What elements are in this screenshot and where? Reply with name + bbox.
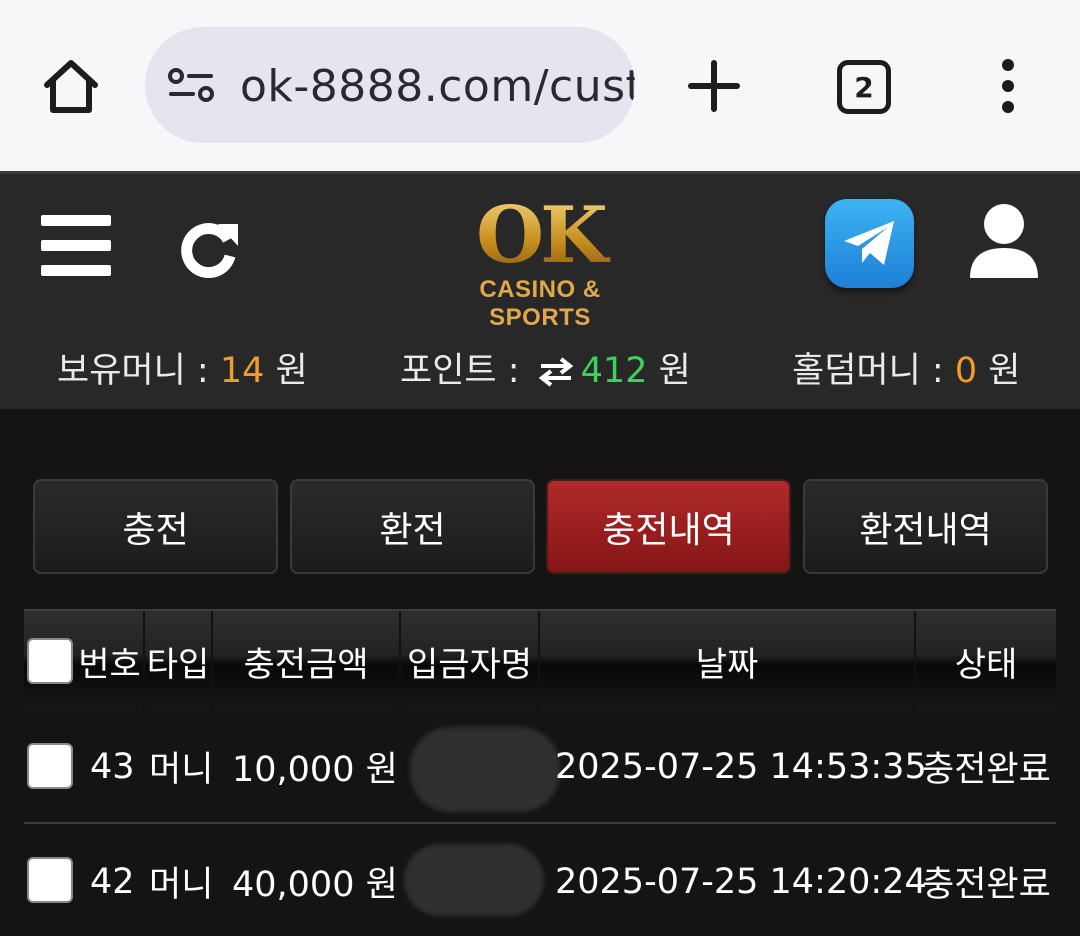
tab-exchange[interactable]: 환전: [290, 479, 535, 574]
swap-arrows-icon[interactable]: [537, 357, 575, 387]
telegram-button[interactable]: [825, 199, 914, 288]
menu-dots-icon: [1002, 59, 1014, 113]
row-date: 2025-07-25 14:20:24: [555, 861, 927, 902]
column-header-depositor: 입금자명: [401, 611, 540, 711]
row-type: 머니: [149, 750, 214, 790]
refresh-button[interactable]: [178, 216, 242, 280]
row-number: 42: [90, 861, 135, 902]
holdem-label: 홀덤머니 :: [792, 351, 955, 391]
redacted-depositor-name: [404, 844, 544, 916]
hamburger-icon: [41, 215, 111, 226]
tab-exchange-history[interactable]: 환전내역: [803, 479, 1048, 574]
column-header-amount: 충전금액: [213, 611, 401, 711]
redacted-depositor-name: [410, 727, 560, 812]
browser-menu-button[interactable]: [996, 58, 1020, 114]
telegram-icon: [844, 221, 894, 265]
point-value: 412: [580, 351, 648, 391]
point-label: 포인트 :: [400, 351, 531, 391]
point-unit: 원: [647, 351, 691, 391]
holdem-value: 0: [954, 351, 978, 391]
tab-charge-history[interactable]: 충전내역: [546, 479, 791, 574]
address-bar[interactable]: ok-8888.com/customer/charge_history: [145, 27, 635, 143]
user-icon: [970, 204, 1038, 278]
new-tab-button[interactable]: [688, 60, 740, 112]
holdem-money: 홀덤머니 : 0 원: [792, 342, 1020, 393]
row-type: 머니: [149, 865, 214, 905]
site-info-icon[interactable]: [167, 67, 217, 103]
refresh-icon: [181, 223, 238, 278]
url-text[interactable]: ok-8888.com/customer/charge_history: [240, 61, 635, 112]
held-money-unit: 원: [264, 351, 308, 391]
held-money: 보유머니 : 14 원: [57, 342, 308, 393]
browser-toolbar: ok-8888.com/customer/charge_history 2: [0, 0, 1080, 171]
plus-icon: [688, 60, 740, 112]
row-checkbox[interactable]: [27, 743, 73, 789]
column-header-status: 상태: [954, 644, 1018, 685]
home-button[interactable]: [40, 55, 102, 117]
row-checkbox[interactable]: [27, 857, 73, 903]
held-money-label: 보유머니 :: [57, 351, 220, 391]
holdem-unit: 원: [977, 351, 1021, 391]
point-balance: 포인트 : 412 원: [400, 342, 691, 393]
row-status: 충전완료: [922, 865, 1051, 905]
table-row: 43 머니 10,000 원 2025-07-25 14:53:35 충전완료: [24, 709, 1056, 824]
user-account-button[interactable]: [968, 202, 1040, 280]
row-number: 43: [90, 746, 135, 787]
logo-subtitle: CASINO & SPORTS: [479, 276, 601, 331]
row-amount: 10,000 원: [232, 750, 398, 790]
row-date: 2025-07-25 14:53:35: [555, 746, 927, 787]
site-logo[interactable]: OK CASINO & SPORTS: [425, 196, 655, 332]
column-header-date: 날짜: [540, 611, 916, 711]
main-content: 충전 환전 충전내역 환전내역 번호 타입 충전금액 입금자명 날짜 상태 43…: [0, 409, 1080, 936]
column-header-type: 타입: [145, 611, 213, 711]
column-header-number: 번호: [76, 611, 145, 711]
row-status: 충전완료: [922, 750, 1051, 790]
home-icon: [44, 60, 98, 113]
logo-main-text: OK: [425, 196, 655, 276]
tab-charge[interactable]: 충전: [33, 479, 278, 574]
table-header: 번호 타입 충전금액 입금자명 날짜 상태: [24, 609, 1056, 711]
site-header: OK CASINO & SPORTS 보유머니 : 14 원 포인트 : 412…: [0, 171, 1080, 409]
table-row: 42 머니 40,000 원 2025-07-25 14:20:24 충전완료: [24, 824, 1056, 936]
held-money-value: 14: [219, 351, 265, 391]
row-amount: 40,000 원: [232, 865, 398, 905]
select-all-checkbox[interactable]: [27, 638, 73, 684]
balance-row: 보유머니 : 14 원 포인트 : 412 원 홀덤머니 : 0 원: [0, 342, 1080, 392]
charge-history-table: 번호 타입 충전금액 입금자명 날짜 상태 43 머니 10,000 원 202…: [24, 609, 1056, 936]
hamburger-menu-button[interactable]: [41, 215, 111, 277]
tab-switcher-button[interactable]: 2: [837, 60, 891, 114]
